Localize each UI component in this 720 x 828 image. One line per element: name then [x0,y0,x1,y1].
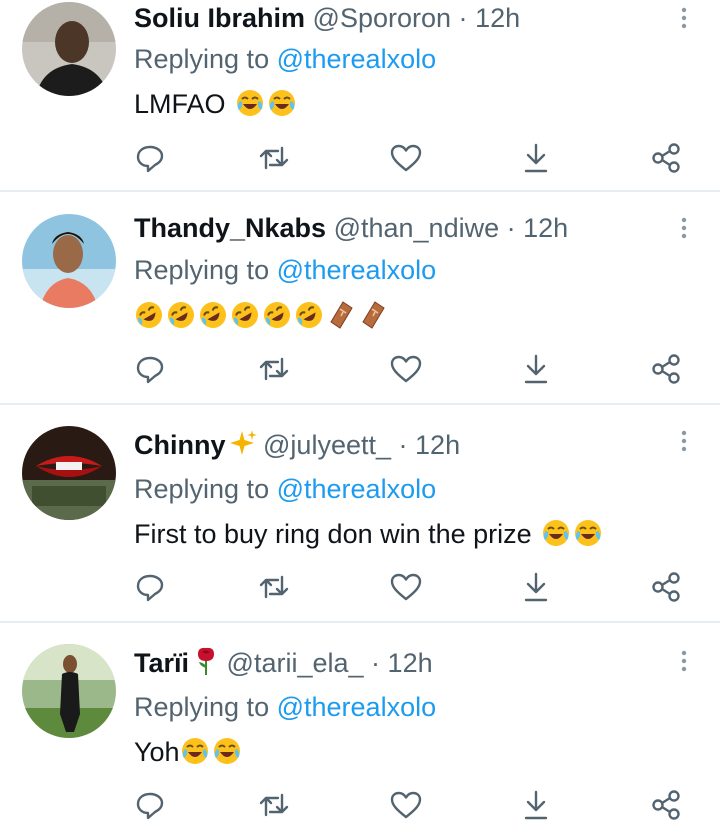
share-icon[interactable] [519,788,553,822]
more-options-icon[interactable] [676,216,692,240]
separator: · [506,213,516,243]
reply-prefix: Replying to [134,474,270,504]
author-handle[interactable]: @julyeett_ [263,430,391,460]
separator: · [371,648,381,678]
reply-prefix: Replying to [134,255,270,285]
coffin-icon [326,300,356,330]
tweet-body: LMFAO [134,89,226,119]
tweet-text: LMFAO [134,86,297,122]
reply-mention[interactable]: @therealxolo [277,474,437,504]
avatar[interactable] [22,644,116,738]
like-icon[interactable] [389,788,423,822]
like-icon[interactable] [389,352,423,386]
more-options-icon[interactable] [676,649,692,673]
share-icon[interactable] [519,141,553,175]
share-icon[interactable] [519,352,553,386]
share-network-icon[interactable] [649,570,683,604]
face-with-tears-of-joy-icon [267,88,297,118]
retweet-icon[interactable] [257,352,291,386]
author-name[interactable]: Tarïi [134,648,189,678]
avatar[interactable] [22,426,116,520]
rolling-on-floor-laughing-icon [198,300,228,330]
replying-to: Replying to @therealxolo [134,252,436,288]
avatar[interactable] [22,214,116,308]
timestamp[interactable]: 12h [523,213,568,243]
like-icon[interactable] [389,570,423,604]
more-options-icon[interactable] [676,6,692,30]
separator: · [398,430,408,460]
author-name[interactable]: Soliu Ibrahim [134,3,305,33]
share-network-icon[interactable] [649,141,683,175]
tweet-text [134,298,388,334]
separator: · [458,3,468,33]
reply-icon[interactable] [133,141,167,175]
timestamp[interactable]: 12h [388,648,433,678]
author-handle[interactable]: @than_ndiwe [334,213,500,243]
tweet[interactable]: Thandy_Nkabs @than_ndiwe · 12h Replying … [0,192,720,405]
reply-prefix: Replying to [134,44,270,74]
tweet-body: Yoh [134,737,180,767]
share-network-icon[interactable] [649,352,683,386]
rose-icon [191,646,219,676]
replying-to: Replying to @therealxolo [134,41,436,77]
rolling-on-floor-laughing-icon [166,300,196,330]
rolling-on-floor-laughing-icon [262,300,292,330]
reply-prefix: Replying to [134,692,270,722]
author-name[interactable]: Thandy_Nkabs [134,213,326,243]
tweet-text: Yoh [134,734,242,770]
face-with-tears-of-joy-icon [235,88,265,118]
reply-icon[interactable] [133,352,167,386]
share-icon[interactable] [519,570,553,604]
reply-icon[interactable] [133,570,167,604]
reply-icon[interactable] [133,788,167,822]
rolling-on-floor-laughing-icon [134,300,164,330]
coffin-icon [358,300,388,330]
tweet-text: First to buy ring don win the prize [134,516,603,552]
tweet[interactable]: Soliu Ibrahim @Spororon · 12h Replying t… [0,0,720,192]
like-icon[interactable] [389,141,423,175]
face-with-tears-of-joy-icon [180,736,210,766]
sparkles-icon [228,429,257,457]
tweet-body: First to buy ring don win the prize [134,519,532,549]
face-with-tears-of-joy-icon [541,518,571,548]
rolling-on-floor-laughing-icon [230,300,260,330]
reply-mention[interactable]: @therealxolo [277,44,437,74]
reply-mention[interactable]: @therealxolo [277,255,437,285]
tweet[interactable]: Tarïi @tarii_ela_ · 12h Replying to @the… [0,623,720,828]
face-with-tears-of-joy-icon [212,736,242,766]
face-with-tears-of-joy-icon [573,518,603,548]
author-handle[interactable]: @tarii_ela_ [227,648,364,678]
reply-mention[interactable]: @therealxolo [277,692,437,722]
avatar[interactable] [22,2,116,96]
replying-to: Replying to @therealxolo [134,471,436,507]
timestamp[interactable]: 12h [415,430,460,460]
more-options-icon[interactable] [676,429,692,453]
retweet-icon[interactable] [257,141,291,175]
author-handle[interactable]: @Spororon [313,3,451,33]
tweet[interactable]: Chinny @julyeett_ · 12h Replying to @the… [0,405,720,623]
share-network-icon[interactable] [649,788,683,822]
rolling-on-floor-laughing-icon [294,300,324,330]
replying-to: Replying to @therealxolo [134,689,436,725]
retweet-icon[interactable] [257,788,291,822]
author-name[interactable]: Chinny [134,430,226,460]
timestamp[interactable]: 12h [475,3,520,33]
retweet-icon[interactable] [257,570,291,604]
